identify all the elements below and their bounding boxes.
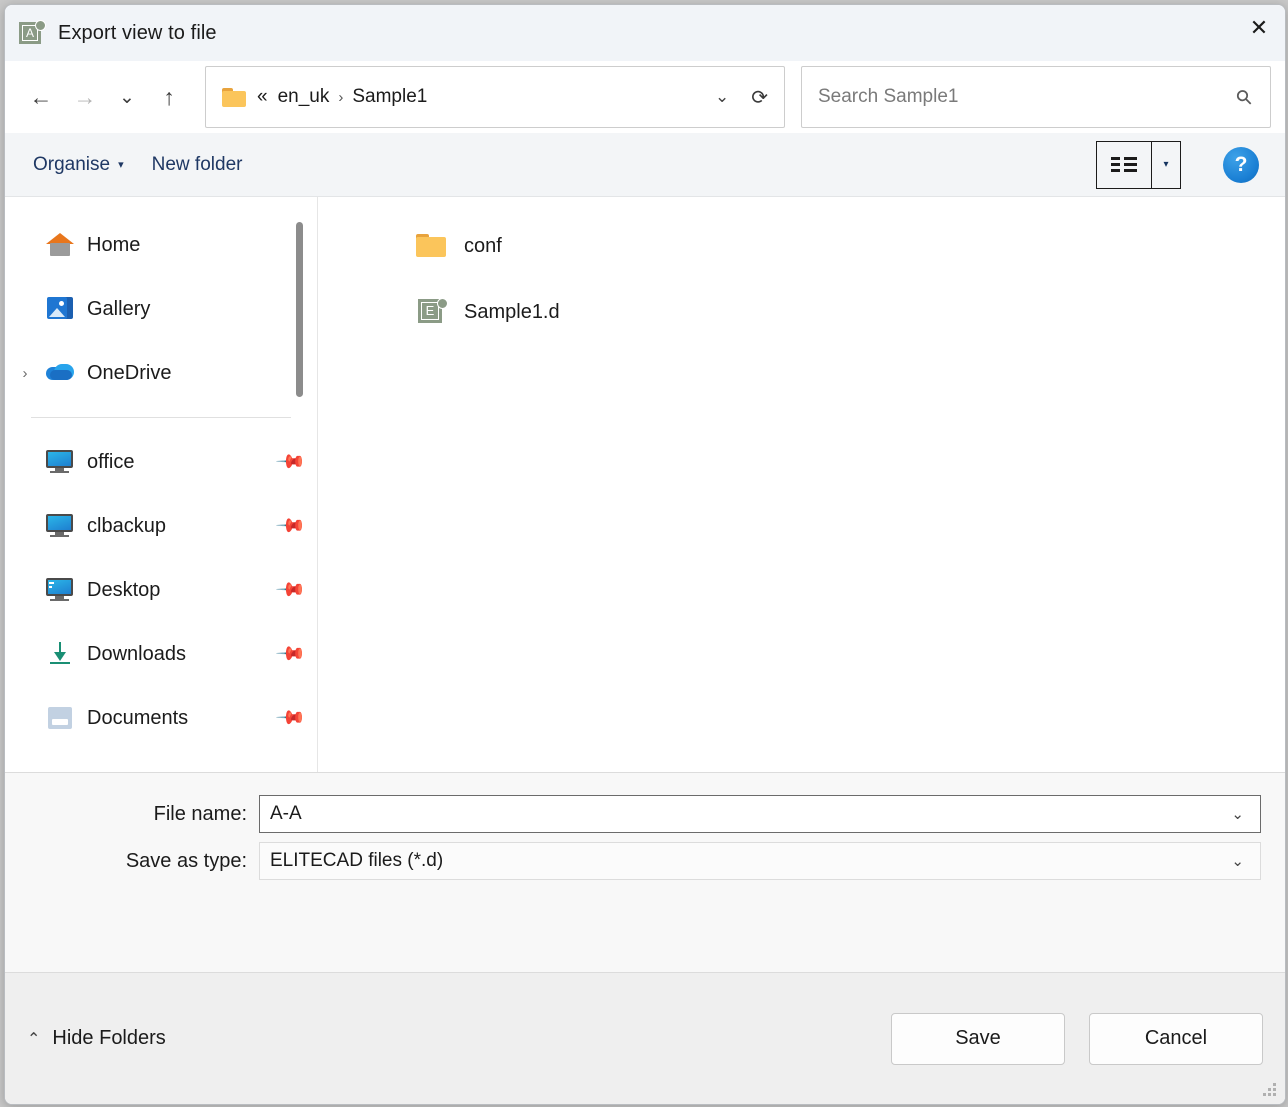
chevron-down-icon[interactable]: ⌄ bbox=[1231, 852, 1244, 870]
list-view-icon bbox=[1111, 156, 1137, 174]
save-as-type-select[interactable]: ELITECAD files (*.d) ⌄ bbox=[259, 842, 1261, 880]
save-as-type-value: ELITECAD files (*.d) bbox=[270, 850, 1231, 872]
command-toolbar: Organise ▾ New folder ▾ ? bbox=[5, 133, 1285, 197]
save-as-type-field-label: Save as type: bbox=[19, 850, 259, 873]
sidebar-item-home[interactable]: Home bbox=[5, 213, 317, 277]
sidebar-item-label: Home bbox=[87, 234, 140, 257]
toolbar-right-group: ▾ ? bbox=[1096, 141, 1271, 189]
export-view-dialog: A Export view to file ✕ ← → ⌄ ↑ « en_uk … bbox=[4, 4, 1286, 1105]
cancel-button[interactable]: Cancel bbox=[1089, 1013, 1263, 1065]
new-folder-button[interactable]: New folder bbox=[138, 146, 257, 184]
list-item[interactable]: E Sample1.d bbox=[318, 279, 1285, 345]
sidebar-item-documents[interactable]: Documents 📌 bbox=[5, 686, 317, 750]
back-icon[interactable]: ← bbox=[19, 75, 63, 119]
sidebar-item-label: OneDrive bbox=[87, 362, 171, 385]
file-list[interactable]: conf E Sample1.d bbox=[318, 197, 1285, 772]
chevron-down-icon[interactable]: ⌄ bbox=[1231, 805, 1244, 823]
sidebar-item-label: Downloads bbox=[87, 643, 186, 666]
address-bar[interactable]: « en_uk › Sample1 ⌄ ⟳ bbox=[205, 66, 785, 128]
save-form: File name: A-A ⌄ Save as type: ELITECAD … bbox=[5, 772, 1285, 972]
help-button[interactable]: ? bbox=[1223, 147, 1259, 183]
folder-icon bbox=[222, 88, 246, 107]
address-chevron-down-icon[interactable]: ⌄ bbox=[703, 87, 741, 107]
desktop-icon bbox=[45, 575, 75, 605]
sidebar-item-label: clbackup bbox=[87, 515, 166, 538]
file-name-label: Sample1.d bbox=[464, 301, 560, 324]
chevron-down-icon: ▾ bbox=[118, 158, 124, 171]
view-mode-chevron-down-icon[interactable]: ▾ bbox=[1152, 142, 1180, 188]
search-placeholder: Search Sample1 bbox=[818, 86, 1237, 108]
breadcrumb-item-1[interactable]: Sample1 bbox=[352, 86, 427, 108]
save-as-type-row: Save as type: ELITECAD files (*.d) ⌄ bbox=[19, 842, 1271, 880]
chevron-up-icon: ⌃ bbox=[27, 1029, 40, 1049]
sidebar-item-label: Gallery bbox=[87, 298, 150, 321]
breadcrumb: « en_uk › Sample1 bbox=[257, 86, 427, 108]
monitor-icon bbox=[45, 447, 75, 477]
monitor-icon bbox=[45, 511, 75, 541]
sidebar-item-gallery[interactable]: Gallery bbox=[5, 277, 317, 341]
navigation-bar: ← → ⌄ ↑ « en_uk › Sample1 ⌄ ⟳ Search Sam… bbox=[5, 61, 1285, 133]
downloads-icon bbox=[45, 639, 75, 669]
recent-locations-chevron-down-icon[interactable]: ⌄ bbox=[107, 75, 147, 119]
elitecad-app-icon: A bbox=[19, 20, 45, 46]
folder-icon bbox=[416, 232, 448, 260]
hide-folders-button[interactable]: ⌃ Hide Folders bbox=[27, 1027, 166, 1050]
sidebar-item-downloads[interactable]: Downloads 📌 bbox=[5, 622, 317, 686]
list-item[interactable]: conf bbox=[318, 213, 1285, 279]
save-button[interactable]: Save bbox=[891, 1013, 1065, 1065]
title-bar: A Export view to file ✕ bbox=[5, 5, 1285, 61]
sidebar-scrollbar-thumb[interactable] bbox=[296, 222, 303, 397]
sidebar-item-office[interactable]: office 📌 bbox=[5, 430, 317, 494]
sidebar-item-label: Documents bbox=[87, 707, 188, 730]
sidebar-item-label: office bbox=[87, 451, 134, 474]
view-details-button[interactable] bbox=[1097, 142, 1152, 188]
window-title: Export view to file bbox=[58, 22, 217, 45]
breadcrumb-separator: › bbox=[338, 89, 343, 106]
organise-label: Organise bbox=[33, 154, 110, 176]
sidebar-item-clbackup[interactable]: clbackup 📌 bbox=[5, 494, 317, 558]
hide-folders-label: Hide Folders bbox=[52, 1027, 165, 1050]
documents-icon bbox=[45, 703, 75, 733]
breadcrumb-ellipsis[interactable]: « bbox=[257, 86, 268, 108]
sidebar-item-label: Desktop bbox=[87, 579, 160, 602]
search-input[interactable]: Search Sample1 ⚲ bbox=[801, 66, 1271, 128]
sidebar-item-onedrive[interactable]: › OneDrive bbox=[5, 341, 317, 405]
chevron-right-icon[interactable]: › bbox=[5, 365, 45, 382]
forward-icon[interactable]: → bbox=[63, 75, 107, 119]
up-icon[interactable]: ↑ bbox=[147, 75, 191, 119]
dialog-footer: ⌃ Hide Folders Save Cancel bbox=[5, 972, 1285, 1104]
home-icon bbox=[45, 230, 75, 260]
breadcrumb-item-0[interactable]: en_uk bbox=[278, 86, 330, 108]
sidebar-divider bbox=[31, 417, 291, 418]
sidebar-item-desktop[interactable]: Desktop 📌 bbox=[5, 558, 317, 622]
file-name-field-label: File name: bbox=[19, 803, 259, 826]
gallery-icon bbox=[45, 294, 75, 324]
navigation-pane: Home Gallery › OneDrive office bbox=[5, 197, 318, 772]
close-icon[interactable]: ✕ bbox=[1233, 5, 1285, 51]
sidebar-group-primary: Home Gallery › OneDrive office bbox=[5, 197, 317, 750]
elitecad-file-icon: E bbox=[416, 298, 448, 326]
file-name-row: File name: A-A ⌄ bbox=[19, 795, 1271, 833]
dialog-body: Home Gallery › OneDrive office bbox=[5, 197, 1285, 772]
resize-grip[interactable] bbox=[1263, 1083, 1277, 1097]
refresh-icon[interactable]: ⟳ bbox=[751, 85, 768, 110]
view-mode-group: ▾ bbox=[1096, 141, 1181, 189]
onedrive-cloud-icon bbox=[45, 358, 75, 388]
organise-button[interactable]: Organise ▾ bbox=[19, 146, 138, 184]
sidebar-scrollbar[interactable] bbox=[296, 222, 303, 762]
file-name-value: A-A bbox=[270, 803, 1231, 825]
footer-buttons: Save Cancel bbox=[867, 1013, 1263, 1065]
file-name-input[interactable]: A-A ⌄ bbox=[259, 795, 1261, 833]
file-name-label: conf bbox=[464, 235, 502, 258]
